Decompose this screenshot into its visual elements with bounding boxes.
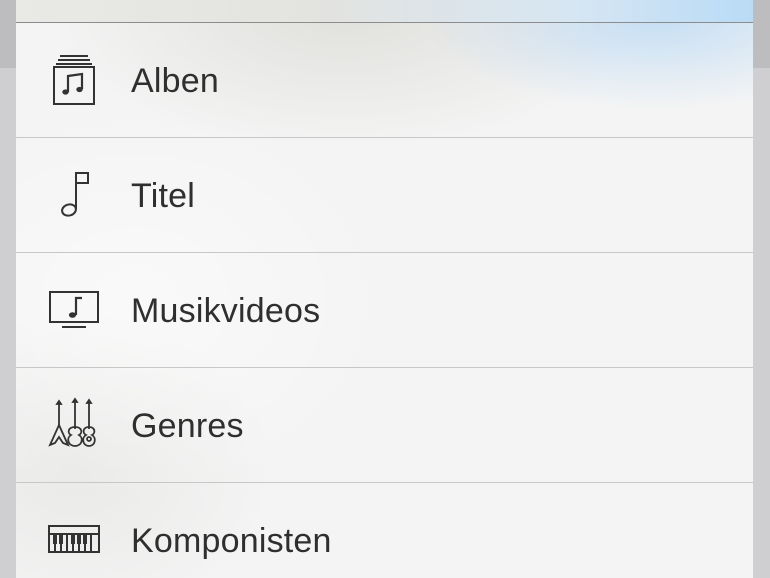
menu-item-label: Genres <box>131 407 244 445</box>
guitars-icon <box>46 395 102 453</box>
menu-item-genres[interactable]: Genres <box>16 368 753 483</box>
music-note-icon <box>46 165 102 223</box>
piano-keys-icon <box>46 510 102 568</box>
menu-item-musikvideos[interactable]: Musikvideos <box>16 253 753 368</box>
menu-item-label: Komponisten <box>131 522 332 560</box>
sheet-top-edge <box>16 0 753 23</box>
library-menu-sheet: Alben Titel Musikvideos Genres Komponist… <box>16 0 753 578</box>
menu-item-titel[interactable]: Titel <box>16 138 753 253</box>
menu-item-komponisten[interactable]: Komponisten <box>16 483 753 578</box>
menu-item-alben[interactable]: Alben <box>16 23 753 138</box>
music-video-icon <box>46 280 102 338</box>
library-category-menu: Alben Titel Musikvideos Genres Komponist… <box>16 23 753 578</box>
album-stack-icon <box>46 50 102 108</box>
menu-item-label: Alben <box>131 62 219 100</box>
menu-item-label: Musikvideos <box>131 292 321 330</box>
menu-item-label: Titel <box>131 177 195 215</box>
